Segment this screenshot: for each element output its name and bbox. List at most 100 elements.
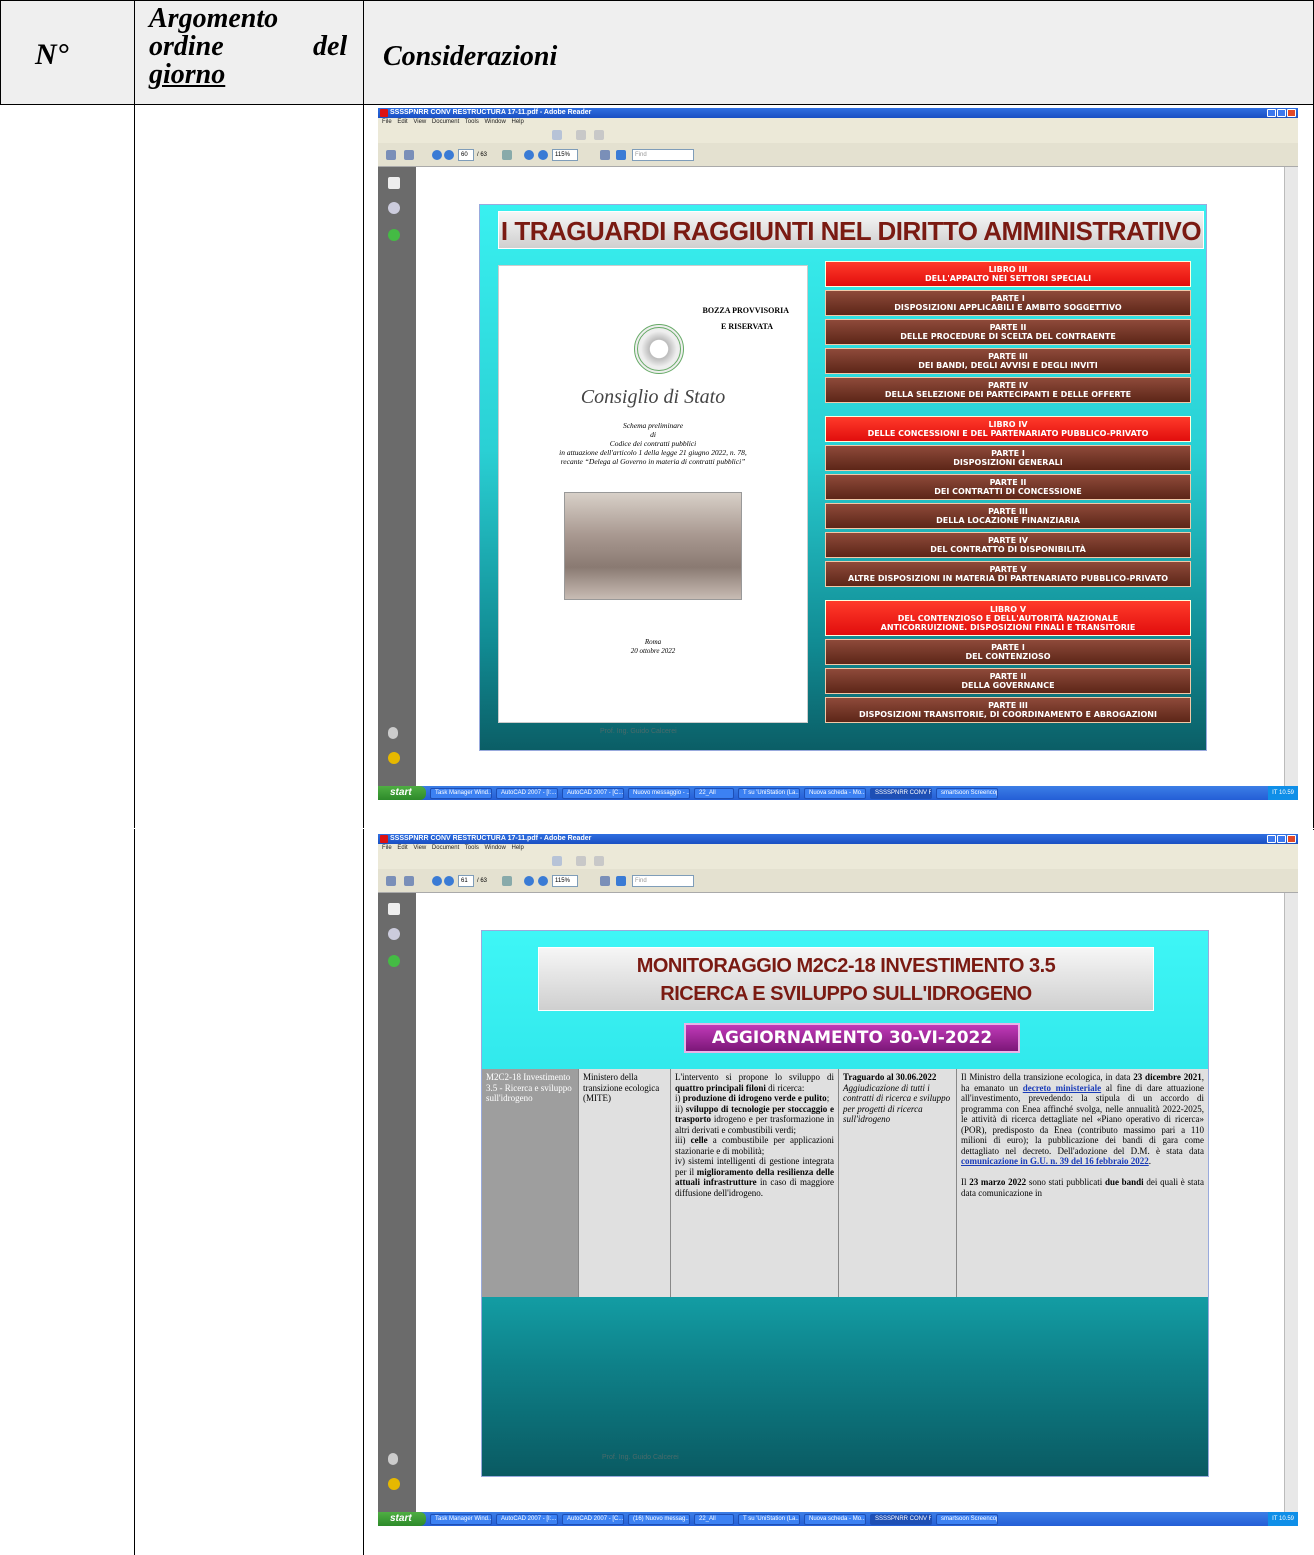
close-icon[interactable]	[1287, 835, 1296, 843]
pdf-icon	[380, 835, 388, 843]
screenshot-window-2: SSSSPNRR CONV RESTRUCTURA 17-11.pdf - Ad…	[378, 834, 1298, 1526]
taskbar-item[interactable]: Nuova scheda - Mo...	[804, 1513, 866, 1525]
tool-icon[interactable]	[594, 856, 604, 866]
parte-bar: PARTE I DISPOSIZIONI GENERALI	[825, 445, 1191, 471]
slide-title: I TRAGUARDI RAGGIUNTI NEL DIRITTO AMMINI…	[498, 211, 1204, 249]
taskbar-item[interactable]: Task Manager Wind...	[430, 787, 492, 799]
toolbar-nav: 60 / 63 115% Find	[378, 143, 1298, 167]
vertical-scrollbar[interactable]	[1284, 167, 1298, 786]
zoom-in-icon[interactable]	[538, 150, 548, 160]
taskbar-item[interactable]: SSSSPNRR CONV R...	[870, 787, 932, 799]
left-nav-panel	[378, 167, 416, 786]
share-icon[interactable]	[404, 150, 414, 160]
comments-icon[interactable]	[388, 1478, 400, 1490]
taskbar-item[interactable]: (16) Nuovo messag...	[628, 1513, 690, 1525]
taskbar-item[interactable]: AutoCAD 2007 - [I:...	[496, 1513, 558, 1525]
header-notes: Considerazioni	[383, 41, 558, 72]
save-icon[interactable]	[552, 130, 562, 140]
window-title: SSSSPNRR CONV RESTRUCTURA 17-11.pdf - Ad…	[390, 109, 592, 116]
fullscreen-icon[interactable]	[616, 150, 626, 160]
save-icon[interactable]	[552, 856, 562, 866]
minimize-icon[interactable]	[1267, 835, 1276, 843]
slide: I TRAGUARDI RAGGIUNTI NEL DIRITTO AMMINI…	[480, 205, 1206, 750]
target-body: Aggiudicazione di tutti i contratti di r…	[843, 1082, 951, 1125]
libro-bar: LIBRO IV DELLE CONCESSIONI E DEL PARTENAR…	[825, 416, 1191, 442]
page-number-input[interactable]: 60	[458, 149, 474, 161]
tool-icon[interactable]	[576, 856, 586, 866]
taskbar: start Task Manager Wind... AutoCAD 2007 …	[378, 1512, 1298, 1526]
zoom-out-icon[interactable]	[524, 150, 534, 160]
header-topic-2: ordine	[149, 31, 224, 62]
row-divider	[0, 828, 1314, 829]
taskbar-item[interactable]: 22_All	[694, 1513, 734, 1525]
zoom-field[interactable]: 115%	[552, 875, 578, 887]
taskbar-item[interactable]: smartsoon Screencopy	[936, 787, 998, 799]
bar-label: DEI CONTRATTI DI CONCESSIONE	[934, 487, 1082, 496]
bar-label: DELLA SELEZIONE DEI PARTECIPANTI E DELLE…	[884, 390, 1132, 399]
close-icon[interactable]	[1287, 109, 1296, 117]
tool-icon[interactable]	[594, 130, 604, 140]
layers-icon[interactable]	[388, 928, 400, 940]
attachment-icon[interactable]	[388, 1453, 398, 1465]
taskbar-item[interactable]: AutoCAD 2007 - [I:...	[496, 787, 558, 799]
bar-label: LIBRO III	[988, 265, 1028, 274]
next-page-icon[interactable]	[444, 150, 454, 160]
taskbar-item[interactable]: 22_All	[694, 787, 734, 799]
prev-page-icon[interactable]	[432, 876, 442, 886]
taskbar-item[interactable]: SSSSPNRR CONV R...	[870, 1513, 932, 1525]
system-tray: IT 10.59	[1268, 786, 1298, 800]
pdf-icon	[380, 109, 388, 117]
table-cell-description: L'intervento si propone lo sviluppo di q…	[670, 1069, 838, 1297]
help-icon[interactable]	[388, 229, 400, 241]
menu-bar[interactable]: File Edit View Document Tools Window Hel…	[378, 844, 1298, 853]
taskbar-item[interactable]: Task Manager Wind...	[430, 1513, 492, 1525]
share-icon[interactable]	[404, 876, 414, 886]
zoom-field[interactable]: 115%	[552, 149, 578, 161]
menu-bar[interactable]: File Edit View Document Tools Window Hel…	[378, 118, 1298, 127]
maximize-icon[interactable]	[1277, 835, 1286, 843]
bar-label: DELLE CONCESSIONI E DEL PARTENARIATO PUB…	[867, 429, 1149, 438]
next-page-icon[interactable]	[444, 876, 454, 886]
taskbar-item[interactable]: smartsoon Screencopy	[936, 1513, 998, 1525]
page-number-input[interactable]: 61	[458, 875, 474, 887]
comments-icon[interactable]	[388, 752, 400, 764]
taskbar-item[interactable]: T su 'UniStation (La...	[738, 787, 800, 799]
cover-line-5: recante “Delega al Governo in materia di…	[560, 457, 746, 466]
start-button[interactable]: start	[378, 786, 426, 800]
select-tool-icon[interactable]	[502, 150, 512, 160]
select-tool-icon[interactable]	[502, 876, 512, 886]
taskbar-item[interactable]: Nuovo messaggio - ...	[628, 787, 690, 799]
pages-icon[interactable]	[388, 177, 400, 189]
bar-label: LIBRO V	[989, 604, 1027, 614]
taskbar-item[interactable]: AutoCAD 2007 - [C...	[562, 1513, 624, 1525]
tool-icon[interactable]	[576, 130, 586, 140]
taskbar-item[interactable]: T su 'UniStation (La...	[738, 1513, 800, 1525]
prev-page-icon[interactable]	[432, 150, 442, 160]
attachment-icon[interactable]	[388, 727, 398, 739]
find-input[interactable]: Find	[632, 875, 694, 887]
print-icon[interactable]	[386, 876, 396, 886]
fit-page-icon[interactable]	[600, 150, 610, 160]
fit-page-icon[interactable]	[600, 876, 610, 886]
slide-title-line-1: MONITORAGGIO M2C2-18 INVESTIMENTO 3.5	[636, 955, 1056, 977]
fullscreen-icon[interactable]	[616, 876, 626, 886]
print-icon[interactable]	[386, 150, 396, 160]
taskbar-item[interactable]: AutoCAD 2007 - [C...	[562, 787, 624, 799]
bar-label: PARTE I	[991, 294, 1025, 303]
table-cell-status: Il Ministro della transizione ecologica,…	[956, 1069, 1208, 1297]
help-icon[interactable]	[388, 955, 400, 967]
cover-line-3: Codice dei contratti pubblici	[609, 439, 697, 448]
bar-label: DISPOSIZIONI APPLICABILI E AMBITO SOGGET…	[894, 303, 1122, 312]
maximize-icon[interactable]	[1277, 109, 1286, 117]
start-button[interactable]: start	[378, 1512, 426, 1526]
taskbar: start Task Manager Wind... AutoCAD 2007 …	[378, 786, 1298, 800]
find-input[interactable]: Find	[632, 149, 694, 161]
zoom-out-icon[interactable]	[524, 876, 534, 886]
system-tray: IT 10.59	[1268, 1512, 1298, 1526]
pages-icon[interactable]	[388, 903, 400, 915]
minimize-icon[interactable]	[1267, 109, 1276, 117]
layers-icon[interactable]	[388, 202, 400, 214]
vertical-scrollbar[interactable]	[1284, 893, 1298, 1512]
zoom-in-icon[interactable]	[538, 876, 548, 886]
taskbar-item[interactable]: Nuova scheda - Mo...	[804, 787, 866, 799]
